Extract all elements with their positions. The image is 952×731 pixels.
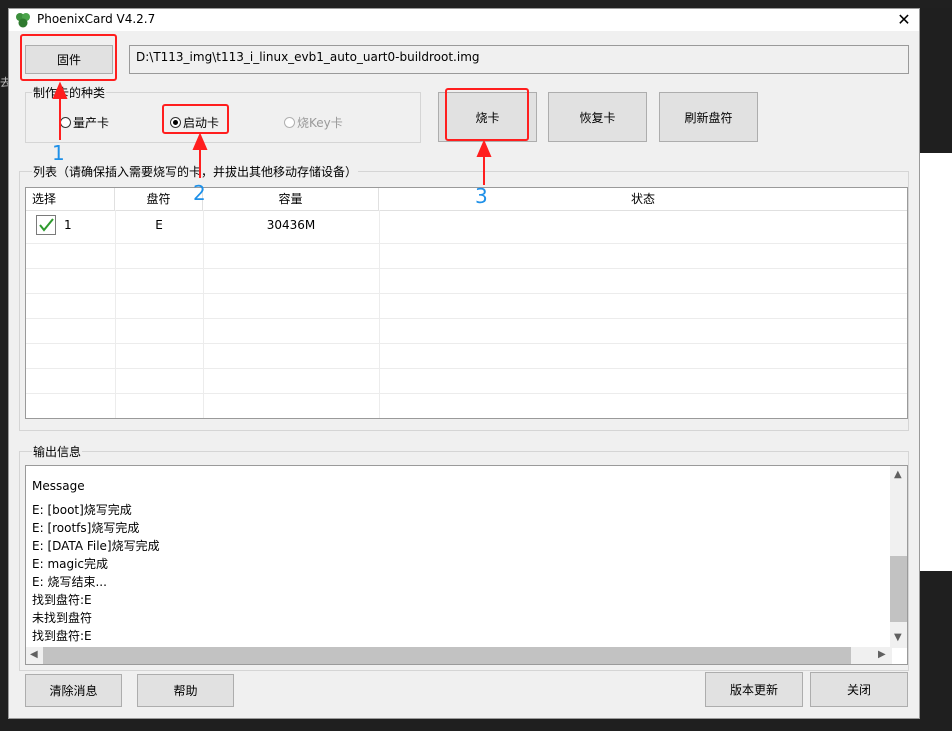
annotation-number-2: 2 [193, 181, 206, 205]
annotation-arrows [52, 81, 492, 185]
arrow-3-head [476, 139, 492, 157]
arrow-1-head [52, 81, 68, 99]
annotation-number-1: 1 [52, 141, 65, 165]
arrow-2-head [192, 132, 208, 150]
annotation-number-3: 3 [475, 184, 488, 208]
